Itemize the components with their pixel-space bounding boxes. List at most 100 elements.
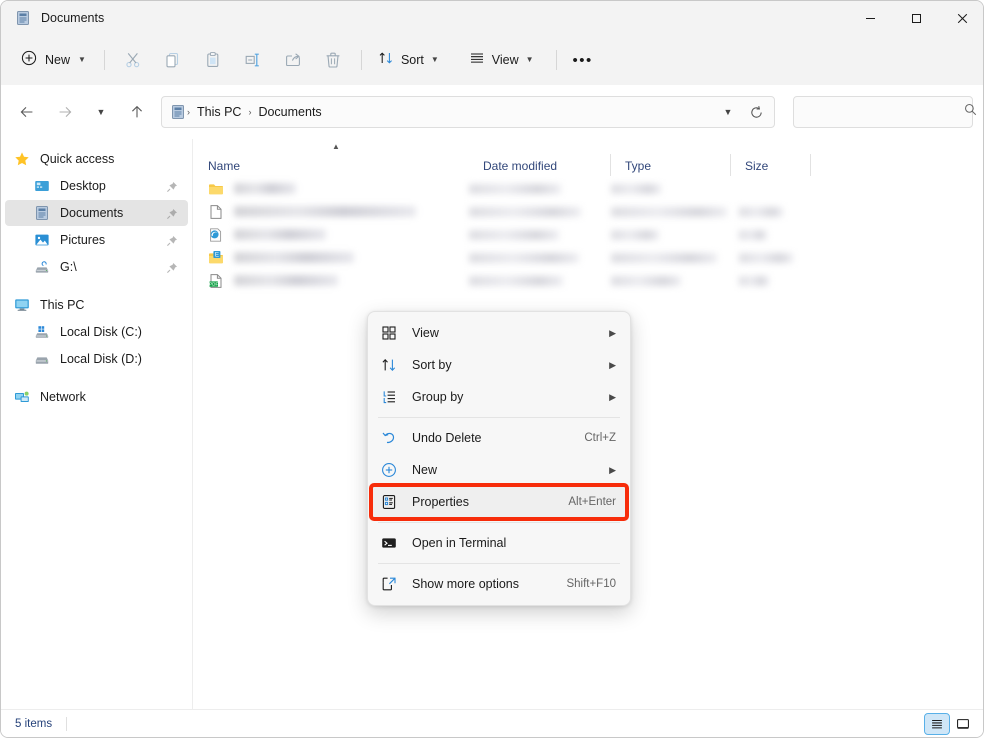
large-icons-view-button[interactable] <box>951 714 975 734</box>
search-box[interactable] <box>793 96 973 128</box>
file-size-redacted <box>739 230 767 240</box>
file-type-redacted <box>611 276 681 286</box>
chevron-right-icon: ▶ <box>609 392 616 403</box>
group-by-icon <box>380 388 398 406</box>
sidebar-item-quick-access[interactable]: Quick access <box>5 146 188 172</box>
pin-icon[interactable] <box>166 234 178 246</box>
breadcrumb-item-documents[interactable]: Documents <box>252 102 327 122</box>
view-toggle-group <box>925 714 975 734</box>
forward-button[interactable] <box>49 96 81 128</box>
svg-text:E: E <box>215 251 219 258</box>
drive-icon <box>33 350 51 368</box>
properties-icon <box>380 493 398 511</box>
pin-icon[interactable] <box>166 261 178 273</box>
cut-button[interactable] <box>113 44 153 76</box>
file-name-redacted <box>234 252 354 263</box>
context-menu-divider <box>378 563 620 564</box>
search-input[interactable] <box>802 105 963 119</box>
back-button[interactable] <box>11 96 43 128</box>
pin-icon[interactable] <box>166 180 178 192</box>
sidebar-item-label: Local Disk (C:) <box>60 325 142 339</box>
context-menu-item-accelerator: Ctrl+Z <box>584 432 616 444</box>
table-row[interactable] <box>194 200 984 223</box>
chevron-right-icon: ▶ <box>609 360 616 371</box>
file-type-redacted <box>611 253 717 263</box>
copy-button[interactable] <box>153 44 193 76</box>
sidebar-item-local-disk-d[interactable]: Local Disk (D:) <box>5 346 188 372</box>
sidebar-item-documents[interactable]: Documents <box>5 200 188 226</box>
rename-button[interactable] <box>233 44 273 76</box>
context-menu-item-view[interactable]: View ▶ <box>372 317 626 349</box>
file-size-redacted <box>739 253 793 263</box>
sidebar-item-pictures[interactable]: Pictures <box>5 227 188 253</box>
view-button-label: View <box>492 53 519 67</box>
table-row[interactable] <box>194 177 984 200</box>
chevron-down-icon: ▼ <box>526 56 534 64</box>
sidebar-item-g-drive[interactable]: G:\ <box>5 254 188 280</box>
toolbar-divider-2 <box>361 50 362 70</box>
plus-circle-icon <box>21 50 37 71</box>
context-menu-item-sort-by[interactable]: Sort by ▶ <box>372 349 626 381</box>
recent-locations-button[interactable]: ▼ <box>85 96 117 128</box>
folder-shortcut-icon: E <box>208 250 224 266</box>
table-row[interactable] <box>194 223 984 246</box>
sort-ascending-indicator: ▲ <box>332 142 340 151</box>
windows-drive-icon <box>33 323 51 341</box>
blank-document-icon <box>208 204 224 220</box>
up-button[interactable] <box>121 96 153 128</box>
file-date-redacted <box>469 207 581 217</box>
context-menu-item-undo-delete[interactable]: Undo Delete Ctrl+Z <box>372 422 626 454</box>
context-menu-item-label: Show more options <box>412 577 519 591</box>
file-name-redacted <box>234 275 338 286</box>
view-button[interactable]: View ▼ <box>461 44 542 76</box>
refresh-button[interactable] <box>742 99 770 125</box>
chevron-down-icon: ▼ <box>724 108 733 117</box>
chevron-down-icon: ▼ <box>78 56 86 64</box>
toolbar-divider <box>104 50 105 70</box>
sidebar-item-network[interactable]: Network <box>5 384 188 410</box>
context-menu-item-label: Properties <box>412 495 469 509</box>
desktop-icon <box>33 177 51 195</box>
details-view-button[interactable] <box>925 714 949 734</box>
share-button[interactable] <box>273 44 313 76</box>
file-type-redacted <box>611 230 659 240</box>
address-dropdown-button[interactable]: ▼ <box>714 99 742 125</box>
drive-network-icon <box>33 258 51 276</box>
column-header-date-modified[interactable]: Date modified <box>469 151 611 179</box>
new-button[interactable]: New ▼ <box>13 44 96 76</box>
column-header-type[interactable]: Type <box>611 151 731 179</box>
close-button[interactable] <box>939 1 984 35</box>
search-icon[interactable] <box>963 102 978 122</box>
column-header-name[interactable]: Name <box>194 151 469 179</box>
file-type-redacted <box>611 207 727 217</box>
context-menu-item-new[interactable]: New ▶ <box>372 454 626 486</box>
svg-text:PDF: PDF <box>209 281 218 286</box>
context-menu-item-open-in-terminal[interactable]: Open in Terminal <box>372 527 626 559</box>
context-menu-item-group-by[interactable]: Group by ▶ <box>372 381 626 413</box>
chevron-right-icon: ▶ <box>609 328 616 339</box>
window-title: Documents <box>41 11 104 25</box>
table-row[interactable]: E <box>194 246 984 269</box>
delete-button[interactable] <box>313 44 353 76</box>
more-options-button[interactable]: ••• <box>565 44 601 76</box>
minimize-button[interactable] <box>847 1 893 35</box>
context-menu-item-label: Group by <box>412 390 463 404</box>
breadcrumb-item-this-pc[interactable]: This PC <box>191 102 247 122</box>
context-menu-item-properties[interactable]: Properties Alt+Enter <box>372 486 626 518</box>
context-menu-item-show-more-options[interactable]: Show more options Shift+F10 <box>372 568 626 600</box>
context-menu-divider <box>378 522 620 523</box>
pin-icon[interactable] <box>166 207 178 219</box>
sort-button[interactable]: Sort ▼ <box>370 44 447 76</box>
sidebar-item-desktop[interactable]: Desktop <box>5 173 188 199</box>
maximize-button[interactable] <box>893 1 939 35</box>
documents-folder-icon <box>33 204 51 222</box>
file-name-redacted <box>234 183 296 194</box>
column-header-size[interactable]: Size <box>731 151 811 179</box>
file-size-redacted <box>739 276 769 286</box>
paste-button[interactable] <box>193 44 233 76</box>
table-row[interactable]: PDF <box>194 269 984 292</box>
sidebar-item-this-pc[interactable]: This PC <box>5 292 188 318</box>
sidebar-item-local-disk-c[interactable]: Local Disk (C:) <box>5 319 188 345</box>
address-bar[interactable]: › This PC › Documents ▼ <box>161 96 775 128</box>
sort-icon <box>378 50 394 71</box>
